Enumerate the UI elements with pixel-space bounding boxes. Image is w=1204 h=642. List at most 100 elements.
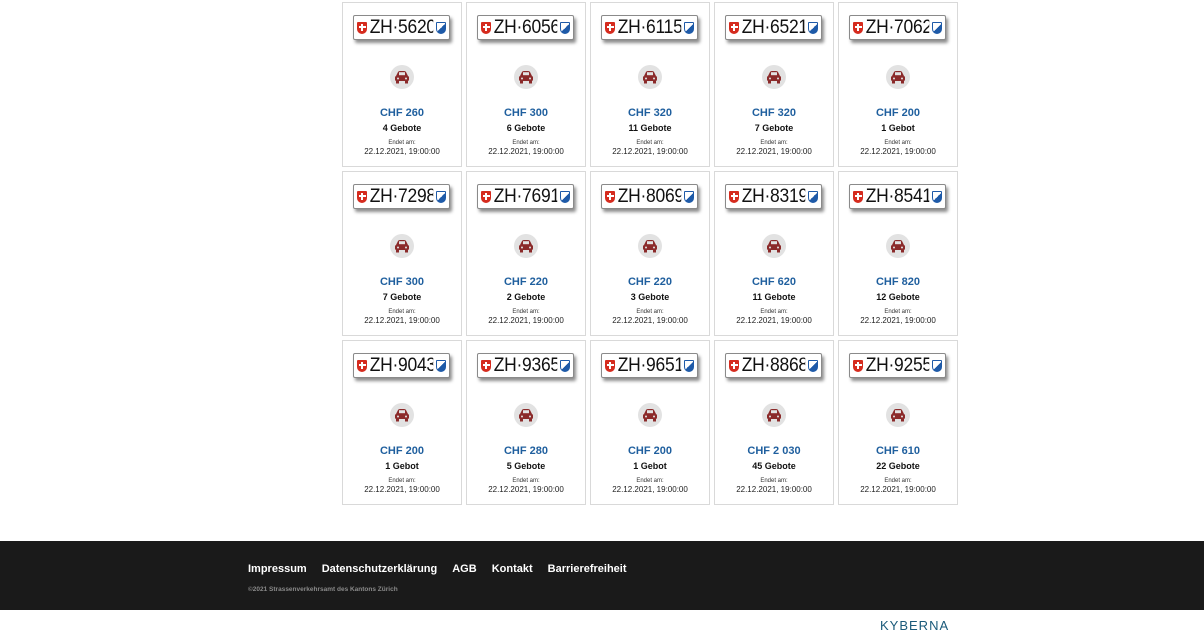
current-price: CHF 320 — [751, 107, 797, 119]
plate-number: ZH·65219 — [741, 17, 805, 38]
auction-card[interactable]: ZH·83193 CHF 620 11 Gebote Endet am:22.12.2… — [714, 171, 834, 336]
auction-card[interactable]: ZH·80693 CHF 220 3 Gebote Endet am:22.12.20… — [590, 171, 710, 336]
plate-number: ZH·96510 — [617, 355, 681, 376]
current-price: CHF 300 — [503, 107, 549, 119]
car-icon — [886, 65, 910, 89]
footer-link-barrierefreiheit[interactable]: Barrierefreiheit — [548, 563, 627, 575]
auction-card[interactable]: ZH·886886 CHF 2 030 45 Gebote Endet am:22.1… — [714, 340, 834, 505]
current-price: CHF 200 — [379, 445, 425, 457]
current-price: CHF 320 — [627, 107, 673, 119]
car-icon — [638, 403, 662, 427]
car-icon — [514, 234, 538, 258]
bid-count: 1 Gebot — [881, 123, 915, 133]
license-plate[interactable]: ZH·70625 — [849, 15, 946, 40]
auction-grid: ZH·56201CHF 2604 GeboteEndet am:22.12.20… — [342, 2, 958, 505]
ends-label: Endet am: — [760, 478, 788, 484]
bid-count: 7 Gebote — [754, 123, 794, 133]
plate-number: ZH·90436 — [369, 355, 433, 376]
bid-count: 2 Gebote — [506, 292, 546, 302]
ends-date: 22.12.2021, 19:00:00 — [364, 316, 440, 325]
license-plate[interactable]: ZH·60561 — [477, 15, 574, 40]
footer-link-kontakt[interactable]: Kontakt — [492, 563, 533, 575]
footer-link-agb[interactable]: AGB — [452, 563, 476, 575]
license-plate[interactable]: ZH·72981 — [353, 184, 450, 209]
car-icon — [390, 65, 414, 89]
bid-count: 22 Gebote — [876, 461, 920, 471]
license-plate[interactable]: ZH·85416 — [849, 184, 946, 209]
swiss-cross-icon — [605, 190, 615, 203]
plate-number: ZH·61153 — [617, 17, 681, 38]
ends-label: Endet am: — [884, 478, 912, 484]
license-plate[interactable]: ZH·76910 — [477, 184, 574, 209]
plate-number: ZH·925529 — [865, 355, 929, 376]
auction-card[interactable]: ZH·70625 CHF 200 1 Gebot Endet am:22.12.202… — [838, 2, 958, 167]
ends-label: Endet am: — [388, 309, 416, 315]
zurich-shield-icon — [684, 359, 694, 372]
bid-count: 12 Gebote — [876, 292, 920, 302]
bid-count: 45 Gebote — [752, 461, 796, 471]
ends-date: 22.12.2021, 19:00:00 — [488, 485, 564, 494]
zurich-shield-icon — [808, 190, 818, 203]
license-plate[interactable]: ZH·83193 — [725, 184, 822, 209]
plate-number: ZH·70625 — [865, 17, 929, 38]
license-plate[interactable]: ZH·61153 — [601, 15, 698, 40]
auction-card[interactable]: ZH·56201 CHF 260 4 Gebote Endet am:22.12.20… — [342, 2, 462, 167]
ends-date: 22.12.2021, 19:00:00 — [612, 316, 688, 325]
license-plate[interactable]: ZH·90436 — [353, 353, 450, 378]
plate-number: ZH·72981 — [369, 186, 433, 207]
zurich-shield-icon — [932, 21, 942, 34]
ends-label: Endet am: — [636, 309, 664, 315]
license-plate[interactable]: ZH·65219 — [725, 15, 822, 40]
copyright: ©2021 Strassenverkehrsamt des Kantons Zü… — [248, 586, 398, 593]
license-plate[interactable]: ZH·886886 — [725, 353, 822, 378]
footer-link-datenschutz[interactable]: Datenschutzerklärung — [322, 563, 438, 575]
brand-logo[interactable]: KYBERNA — [880, 618, 949, 633]
swiss-cross-icon — [481, 21, 491, 34]
bid-count: 11 Gebote — [628, 123, 672, 133]
auction-card[interactable]: ZH·72981 CHF 300 7 Gebote Endet am:22.12.20… — [342, 171, 462, 336]
car-icon — [886, 234, 910, 258]
swiss-cross-icon — [481, 190, 491, 203]
license-plate[interactable]: ZH·56201 — [353, 15, 450, 40]
bid-count: 6 Gebote — [506, 123, 546, 133]
ends-date: 22.12.2021, 19:00:00 — [860, 316, 936, 325]
ends-date: 22.12.2021, 19:00:00 — [488, 147, 564, 156]
ends-date: 22.12.2021, 19:00:00 — [736, 147, 812, 156]
auction-card[interactable]: ZH·60561 CHF 300 6 Gebote Endet am:22.12.20… — [466, 2, 586, 167]
ends-label: Endet am: — [512, 478, 540, 484]
auction-card[interactable]: ZH·96510 CHF 200 1 Gebot Endet am:22.12.202… — [590, 340, 710, 505]
auction-card[interactable]: ZH·61153 CHF 320 11 Gebote Endet am:22.12.2… — [590, 2, 710, 167]
car-icon — [638, 234, 662, 258]
auction-card[interactable]: ZH·925529 CHF 610 22 Gebote Endet am:22.12.… — [838, 340, 958, 505]
current-price: CHF 820 — [875, 276, 921, 288]
zurich-shield-icon — [932, 359, 942, 372]
car-icon — [390, 234, 414, 258]
zurich-shield-icon — [808, 359, 818, 372]
ends-label: Endet am: — [760, 309, 788, 315]
current-price: CHF 2 030 — [747, 445, 801, 457]
license-plate[interactable]: ZH·80693 — [601, 184, 698, 209]
zurich-shield-icon — [808, 21, 818, 34]
plate-number: ZH·93659 — [493, 355, 557, 376]
license-plate[interactable]: ZH·93659 — [477, 353, 574, 378]
zurich-shield-icon — [932, 190, 942, 203]
auction-card[interactable]: ZH·93659 CHF 280 5 Gebote Endet am:22.12.20… — [466, 340, 586, 505]
footer: Impressum Datenschutzerklärung AGB Konta… — [0, 541, 1204, 610]
ends-date: 22.12.2021, 19:00:00 — [736, 485, 812, 494]
plate-number: ZH·85416 — [865, 186, 929, 207]
footer-links: Impressum Datenschutzerklärung AGB Konta… — [248, 563, 627, 575]
current-price: CHF 200 — [627, 445, 673, 457]
auction-card[interactable]: ZH·90436 CHF 200 1 Gebot Endet am:22.12.202… — [342, 340, 462, 505]
license-plate[interactable]: ZH·96510 — [601, 353, 698, 378]
current-price: CHF 610 — [875, 445, 921, 457]
ends-date: 22.12.2021, 19:00:00 — [736, 316, 812, 325]
auction-card[interactable]: ZH·76910 CHF 220 2 Gebote Endet am:22.12.20… — [466, 171, 586, 336]
auction-card[interactable]: ZH·85416 CHF 820 12 Gebote Endet am:22.12.2… — [838, 171, 958, 336]
zurich-shield-icon — [436, 21, 446, 34]
ends-label: Endet am: — [388, 478, 416, 484]
license-plate[interactable]: ZH·925529 — [849, 353, 946, 378]
footer-link-impressum[interactable]: Impressum — [248, 563, 307, 575]
auction-card[interactable]: ZH·65219 CHF 320 7 Gebote Endet am:22.12.20… — [714, 2, 834, 167]
plate-number: ZH·56201 — [369, 17, 433, 38]
car-icon — [514, 403, 538, 427]
